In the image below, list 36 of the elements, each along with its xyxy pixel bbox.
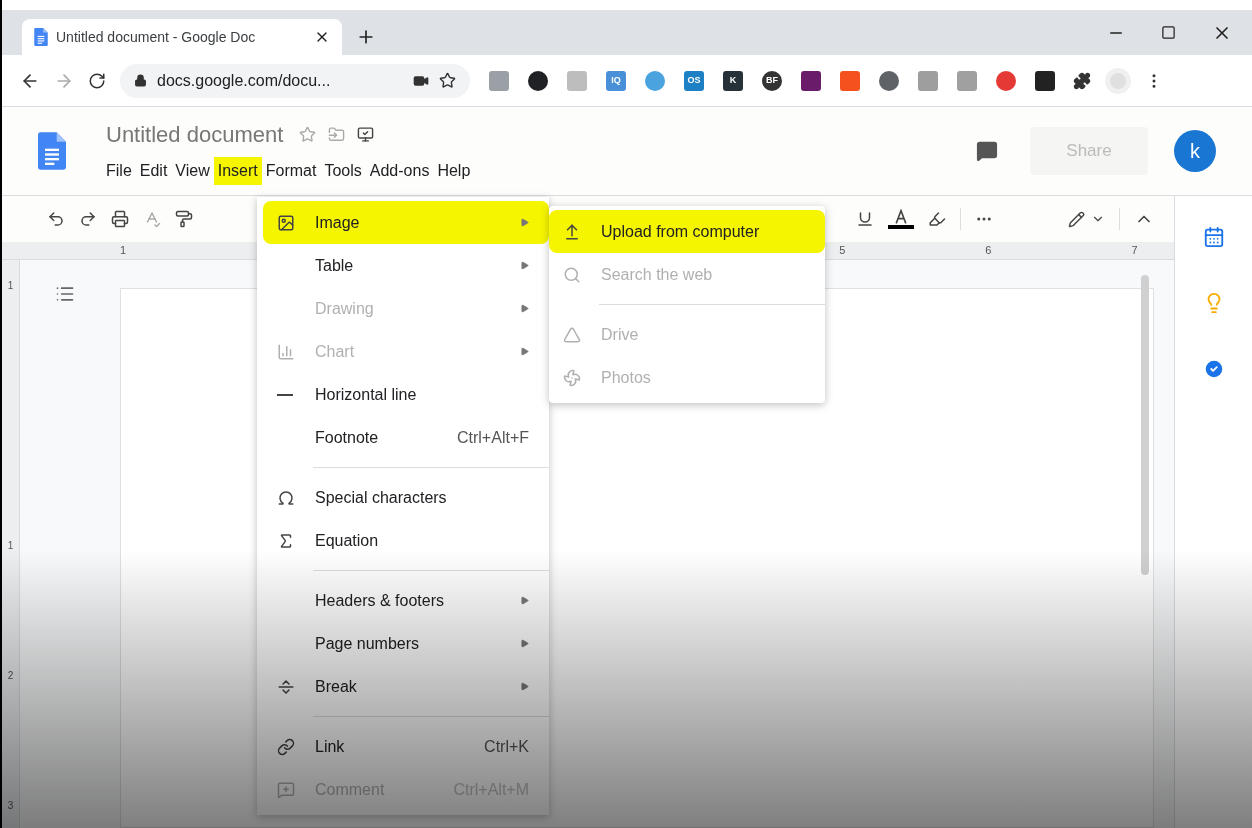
ruler-number: 5 [839, 243, 846, 259]
avatar[interactable]: k [1174, 130, 1216, 172]
menu-bar-item[interactable]: Format [261, 156, 321, 185]
menu-item[interactable]: Table [263, 244, 549, 287]
extension-icon[interactable]: OS [684, 70, 704, 91]
ruler-number: 7 [1131, 243, 1138, 259]
menu-item[interactable]: Special characters [263, 476, 549, 519]
menu-item[interactable]: Link Ctrl+K [263, 725, 549, 768]
menu-bar-item[interactable]: Insert [213, 156, 262, 185]
menu-item[interactable]: Upload from computer [549, 210, 825, 253]
menu-bar-item[interactable]: Add-ons [365, 156, 434, 185]
tab-title: Untitled document - Google Doc [56, 27, 257, 47]
menu-item[interactable]: Horizontal line [263, 373, 549, 416]
extension-icon[interactable]: K [723, 70, 743, 91]
menu-bar-item[interactable]: Help [433, 156, 475, 185]
document-title[interactable]: Untitled document [106, 117, 284, 151]
ruler-number: 1 [7, 539, 14, 553]
ruler-number: 6 [985, 243, 992, 259]
ruler-number: 1 [120, 243, 127, 259]
menu-item[interactable]: Image [263, 201, 549, 244]
menu-bar-item[interactable]: Edit [135, 156, 172, 185]
url-text: docs.google.com/docu... [157, 70, 332, 91]
menu-item[interactable]: Page numbers [263, 622, 549, 665]
extension-icon[interactable]: BF [762, 70, 782, 91]
menu-bar-item[interactable]: File [102, 156, 136, 185]
menu-bar-item[interactable]: Tools [320, 156, 366, 185]
menu-item[interactable]: Headers & footers [263, 579, 549, 622]
menu-item[interactable]: Footnote Ctrl+Alt+F [263, 416, 549, 459]
ruler-number: 3 [7, 799, 14, 813]
address-bar[interactable]: docs.google.com/docu... [120, 63, 470, 98]
menu-bar-item[interactable]: View [171, 156, 214, 185]
ruler-number: 2 [7, 669, 14, 683]
menu-item[interactable]: Break [263, 665, 549, 708]
ruler-number: 1 [7, 279, 14, 293]
menu-item[interactable]: Equation [263, 519, 549, 562]
browser-tab[interactable]: Untitled document - Google Doc [22, 19, 342, 55]
